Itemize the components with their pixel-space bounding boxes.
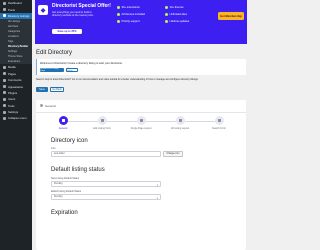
- sidebar-item-label: Directory Listings: [8, 13, 30, 18]
- sidebar-item-label: Dashboard: [8, 1, 22, 6]
- general-step-icon: [58, 116, 68, 125]
- offer-description: Get everything you need to build a direc…: [52, 11, 94, 18]
- form-step-icon: [97, 116, 107, 125]
- layout-step-icon: [136, 116, 146, 125]
- expiration-heading: Expiration: [51, 210, 78, 216]
- search-step-icon: [214, 116, 224, 125]
- go-back-button[interactable]: Go Back: [50, 87, 64, 92]
- offer-feature: Lifetime updates: [165, 20, 189, 23]
- edited-status-select[interactable]: Pending ▾: [51, 194, 161, 200]
- listing-status-heading: Default listing status: [51, 167, 105, 173]
- sidebar-item-label: Appearance: [8, 84, 24, 89]
- menu-icon: [3, 91, 6, 95]
- sidebar-item-label: Plugins: [8, 90, 18, 95]
- page-title: Edit Directory: [36, 50, 73, 56]
- directorist-logo-icon: ◆: [38, 5, 48, 15]
- menu-icon: [3, 1, 6, 5]
- menu-icon: [3, 110, 6, 114]
- offer-feature: 30+ extensions: [117, 6, 140, 9]
- create-listing-button[interactable]: Create First Listing Page: [40, 68, 64, 72]
- check-icon: [165, 13, 168, 16]
- step-search-form[interactable]: Search Form: [203, 116, 235, 130]
- sidebar-item-label: Extensions: [8, 60, 21, 64]
- admin-sidebar: Dashboard Posts Directory Listings All List…: [0, 0, 32, 250]
- icon-input[interactable]: la la-folder: [51, 151, 161, 157]
- menu-icon: [3, 14, 6, 18]
- check-icon: [117, 6, 120, 9]
- sidebar-item-label: Collapse menu: [8, 116, 27, 121]
- save-offer-button[interactable]: Save up to 35%: [52, 29, 82, 34]
- change-icon-button[interactable]: Change icon: [163, 151, 183, 157]
- menu-icon: [3, 104, 6, 108]
- card-header: General: [36, 100, 246, 113]
- edited-status-label: Edited Listing Default Status: [51, 190, 82, 193]
- step-all-listing-layout[interactable]: All Listing Layout: [164, 116, 196, 130]
- notice-text: Welcome to Directorist! Create a directo…: [40, 62, 123, 65]
- new-status-select[interactable]: Pending ▾: [51, 181, 161, 187]
- sidebar-item-label: Locations: [8, 35, 19, 39]
- sidebar-item-label: Pages: [8, 71, 16, 76]
- chevron-down-icon: ▾: [156, 196, 158, 200]
- sidebar-item-label: Tags: [8, 40, 14, 44]
- sidebar-item-label: Settings: [8, 110, 19, 115]
- menu-icon: [3, 8, 6, 12]
- offer-feature: 10+ themes: [165, 6, 184, 9]
- check-icon: [165, 20, 168, 23]
- offer-title: Directorist Special Offer!: [52, 3, 111, 9]
- sidebar-item-label: Add New: [8, 25, 19, 29]
- sidebar-item-label: Categories: [8, 30, 21, 34]
- new-status-label: New Listing Default Status: [51, 177, 80, 180]
- sidebar-item-label: Comments: [8, 78, 22, 83]
- offer-feature: All themes included: [117, 13, 145, 16]
- check-icon: [117, 20, 120, 23]
- sidebar-item-label: Media: [8, 65, 16, 70]
- menu-icon: [3, 65, 6, 69]
- menu-icon: [3, 72, 6, 76]
- grid-step-icon: [175, 116, 185, 125]
- special-offer-banner: ◆ Directorist Special Offer! Get everyth…: [35, 0, 247, 44]
- step-general[interactable]: General: [47, 116, 79, 130]
- sidebar-item[interactable]: Collapse menu: [0, 115, 32, 121]
- icon-field-label: Icon: [51, 147, 56, 150]
- sidebar-item-label: All Listings: [8, 20, 20, 24]
- sidebar-item-label: Theme Store: [8, 55, 23, 59]
- menu-icon: [3, 116, 6, 120]
- settings-dot-icon: [40, 104, 43, 107]
- card-header-label: General: [45, 104, 56, 108]
- sidebar-item-label: Tools: [8, 103, 15, 108]
- offer-feature: Unlimited sites: [165, 13, 187, 16]
- step-add-listing-form[interactable]: Add Listing Form: [86, 116, 118, 130]
- welcome-notice: Welcome to Directorist! Create a directo…: [36, 59, 246, 75]
- skip-setup-button[interactable]: Skip Setup: [66, 68, 78, 72]
- documentation-note: Need to help to know Directorist? Go to …: [36, 78, 199, 81]
- directory-icon-heading: Directory icon: [51, 138, 88, 144]
- menu-icon: [3, 97, 6, 101]
- save-button[interactable]: Save: [36, 87, 48, 92]
- get-membership-button[interactable]: Get Membership: [218, 12, 244, 20]
- offer-feature: Priority support: [117, 20, 140, 23]
- chevron-down-icon: ▾: [156, 183, 158, 187]
- sidebar-item-label: Posts: [8, 7, 15, 12]
- step-single-page-layout[interactable]: Single Page Layout: [125, 116, 157, 130]
- sidebar-item-label: Users: [8, 97, 16, 102]
- check-icon: [117, 13, 120, 16]
- sidebar-item-label: Settings: [8, 50, 18, 54]
- sidebar-item-label: Directory Builder: [8, 45, 29, 49]
- menu-icon: [3, 85, 6, 89]
- check-icon: [165, 6, 168, 9]
- menu-icon: [3, 78, 6, 82]
- directory-builder-card: General General Add Listing Form Single …: [36, 100, 246, 250]
